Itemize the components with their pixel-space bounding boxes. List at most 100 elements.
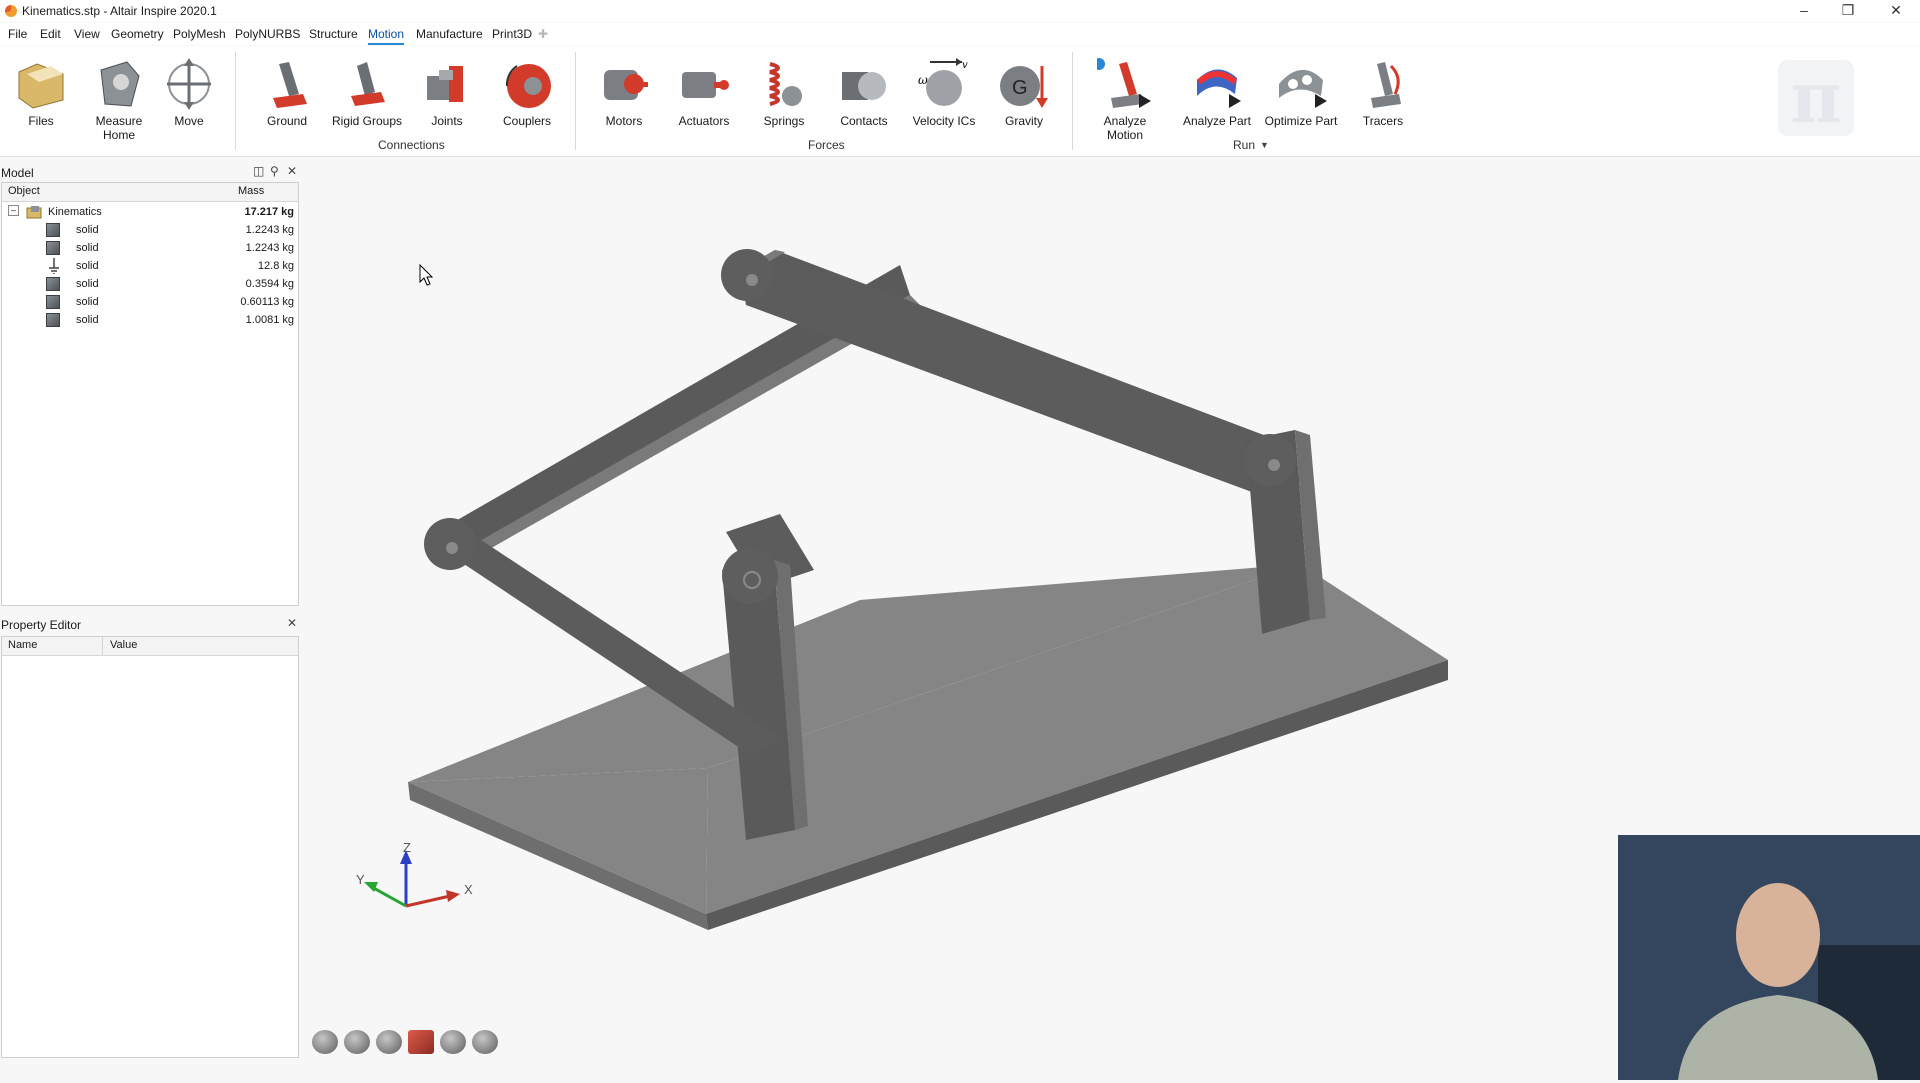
axis-triad[interactable]: Z Y X xyxy=(356,840,473,908)
solid-icon xyxy=(46,295,60,309)
analyze-part-button[interactable]: Analyze Part xyxy=(1178,54,1256,128)
tree-row[interactable]: solid 1.0081 kg xyxy=(2,311,298,329)
motors-button[interactable]: Motors xyxy=(585,54,663,128)
tree-row[interactable]: solid 1.2243 kg xyxy=(2,221,298,239)
rigid-groups-button[interactable]: Rigid Groups xyxy=(328,54,406,128)
solid-icon xyxy=(46,313,60,327)
close-icon[interactable]: ✕ xyxy=(287,616,297,630)
pin-hole xyxy=(446,542,458,554)
z-axis-label: Z xyxy=(403,840,411,855)
gravity-icon: G xyxy=(996,54,1052,112)
view-pan-icon[interactable] xyxy=(344,1030,370,1054)
contacts-icon xyxy=(836,54,892,112)
tracers-button[interactable]: Tracers xyxy=(1344,54,1422,128)
close-icon[interactable]: ✕ xyxy=(1874,0,1918,22)
add-tab-icon[interactable]: ✚ xyxy=(538,27,548,41)
actuators-button[interactable]: Actuators xyxy=(665,54,743,128)
minimize-icon[interactable]: – xyxy=(1782,0,1826,22)
joints-button[interactable]: Joints xyxy=(408,54,486,128)
tree-row[interactable]: solid 1.2243 kg xyxy=(2,239,298,257)
webcam-video-overlay xyxy=(1618,835,1920,1080)
ground-icon xyxy=(259,54,315,112)
mass-column-header[interactable]: Mass xyxy=(238,185,264,197)
menu-print3d[interactable]: Print3D xyxy=(492,27,532,41)
menu-manufacture[interactable]: Manufacture xyxy=(416,27,483,41)
view-section-icon[interactable] xyxy=(376,1030,402,1054)
tree-row[interactable]: solid 0.3594 kg xyxy=(2,275,298,293)
solid-icon xyxy=(46,277,60,291)
optimize-part-button[interactable]: Optimize Part xyxy=(1262,54,1340,128)
view-box-icon[interactable] xyxy=(408,1030,434,1054)
pin-joint[interactable] xyxy=(722,548,778,604)
property-editor-title: Property Editor xyxy=(1,618,82,632)
tree-root-row[interactable]: – Kinematics 17.217 kg xyxy=(2,203,298,221)
ribbon-separator xyxy=(575,52,576,150)
presenter-image xyxy=(1618,835,1920,1080)
tree-row[interactable]: solid 0.60113 kg xyxy=(2,293,298,311)
solid-icon xyxy=(46,223,60,237)
couplers-icon xyxy=(499,54,555,112)
collapse-icon[interactable]: – xyxy=(8,205,19,216)
move-button[interactable]: Move xyxy=(150,54,228,128)
menu-structure[interactable]: Structure xyxy=(309,27,358,41)
pin-joint[interactable] xyxy=(1244,434,1296,486)
coupler-link[interactable] xyxy=(740,250,1300,495)
view-orbit-icon[interactable] xyxy=(312,1030,338,1054)
couplers-button[interactable]: Couplers xyxy=(488,54,566,128)
search-icon[interactable]: ⚲ xyxy=(270,164,279,178)
value-column-header[interactable]: Value xyxy=(110,639,137,651)
zoom-icon[interactable] xyxy=(440,1030,466,1054)
move-icon xyxy=(161,54,217,112)
pin-hole xyxy=(1268,459,1280,471)
svg-text:ω: ω xyxy=(918,73,928,87)
property-table-header: Name Value xyxy=(2,637,298,656)
close-icon[interactable]: ✕ xyxy=(287,164,297,178)
filter-icon[interactable]: ◫ xyxy=(253,164,264,178)
contacts-button[interactable]: Contacts xyxy=(825,54,903,128)
chevron-down-icon[interactable]: ▼ xyxy=(1260,140,1269,150)
forces-group-label: Forces xyxy=(808,138,845,152)
model-panel-title: Model xyxy=(1,166,34,180)
measure-icon xyxy=(91,54,147,112)
optimize-part-icon xyxy=(1273,54,1329,112)
rigid-groups-icon xyxy=(339,54,395,112)
menu-motion[interactable]: Motion xyxy=(368,27,405,45)
title-bar: Kinematics.stp - Altair Inspire 2020.1 –… xyxy=(0,0,1920,22)
connections-group-label: Connections xyxy=(378,138,445,152)
menu-bar: File Edit View Geometry PolyMesh PolyNUR… xyxy=(0,23,1920,45)
x-axis-label: X xyxy=(464,882,473,897)
springs-button[interactable]: Springs xyxy=(745,54,823,128)
pin-joint[interactable] xyxy=(721,249,773,301)
ground-button[interactable]: Ground xyxy=(248,54,326,128)
property-editor: Name Value xyxy=(1,636,299,1058)
tree-row[interactable]: solid 12.8 kg xyxy=(2,257,298,275)
model-browser: Object Mass – Kinematics 17.217 kg solid… xyxy=(1,182,299,606)
spring-icon xyxy=(756,54,812,112)
velocity-ics-button[interactable]: ωv Velocity ICs xyxy=(905,54,983,128)
menu-polymesh[interactable]: PolyMesh xyxy=(173,27,226,41)
menu-edit[interactable]: Edit xyxy=(40,27,61,41)
window-title: Kinematics.stp - Altair Inspire 2020.1 xyxy=(22,4,217,18)
menu-view[interactable]: View xyxy=(74,27,100,41)
analyze-motion-icon xyxy=(1093,54,1153,112)
svg-text:v: v xyxy=(962,60,968,71)
joints-icon xyxy=(419,54,475,112)
run-group-label: Run xyxy=(1233,138,1256,152)
actuator-icon xyxy=(676,54,732,112)
menu-geometry[interactable]: Geometry xyxy=(111,27,164,41)
ribbon: Files Measure Home Move Ground Rigid Gro… xyxy=(0,46,1920,157)
object-column-header[interactable]: Object xyxy=(8,185,40,197)
menu-file[interactable]: File xyxy=(8,27,27,41)
folder-icon xyxy=(13,54,69,112)
menu-polynurbs[interactable]: PolyNURBS xyxy=(235,27,300,41)
velocity-icon: ωv xyxy=(916,54,972,112)
analyze-motion-button[interactable]: Analyze Motion xyxy=(1086,54,1164,142)
gravity-button[interactable]: G Gravity xyxy=(985,54,1063,128)
files-button[interactable]: Files xyxy=(2,54,80,128)
measure-button[interactable]: Measure Home xyxy=(80,54,158,142)
name-column-header[interactable]: Name xyxy=(8,639,37,651)
restore-icon[interactable]: ❐ xyxy=(1826,0,1870,22)
pin-hole xyxy=(746,274,758,286)
tracers-icon xyxy=(1355,54,1411,112)
view-shaded-icon[interactable] xyxy=(472,1030,498,1054)
